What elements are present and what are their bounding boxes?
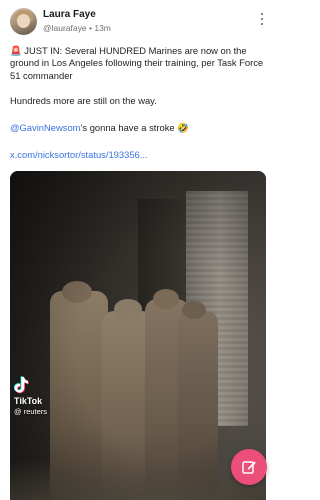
external-link[interactable]: x.com/nicksortor/status/193356... bbox=[10, 149, 148, 160]
post-paragraph-3: @GavinNewsom’s gonna have a stroke 🤣 bbox=[10, 122, 270, 134]
post-paragraph-2: Hundreds more are still on the way. bbox=[10, 95, 157, 106]
siren-emoji: 🚨 bbox=[10, 45, 22, 56]
post-time: 13m bbox=[94, 23, 111, 33]
compose-button[interactable] bbox=[231, 449, 267, 485]
post-paragraph-1: 🚨 JUST IN: Several HUNDRED Marines are n… bbox=[10, 45, 270, 82]
meta-separator: • bbox=[88, 23, 92, 33]
video-vignette bbox=[10, 171, 266, 500]
headline-text: JUST IN: Several HUNDRED Marines are now… bbox=[10, 45, 264, 81]
tiktok-icon bbox=[14, 376, 29, 394]
compose-pencil-icon bbox=[242, 461, 256, 474]
vertical-dots-icon bbox=[260, 13, 264, 16]
mention-suffix: ’s gonna have a stroke 🤣 bbox=[80, 122, 189, 133]
post-paragraph-4: x.com/nicksortor/status/193356... bbox=[10, 149, 270, 161]
post-header: Laura Faye @laurafaye • 13m bbox=[10, 8, 267, 38]
video-player[interactable] bbox=[10, 171, 266, 500]
avatar[interactable] bbox=[10, 8, 37, 35]
mention-link[interactable]: @GavinNewsom bbox=[10, 122, 80, 133]
tiktok-watermark-handle: @ reuters bbox=[14, 407, 48, 416]
author-name[interactable]: Laura Faye bbox=[43, 9, 96, 20]
avatar-face bbox=[17, 14, 30, 28]
author-handle[interactable]: @laurafaye bbox=[43, 23, 87, 33]
more-options-button[interactable] bbox=[257, 11, 267, 27]
post-card: Laura Faye @laurafaye • 13m 🚨 JUST IN: S… bbox=[0, 0, 277, 500]
tiktok-watermark-name: TikTok bbox=[14, 396, 43, 406]
author-meta: @laurafaye • 13m bbox=[43, 23, 111, 33]
